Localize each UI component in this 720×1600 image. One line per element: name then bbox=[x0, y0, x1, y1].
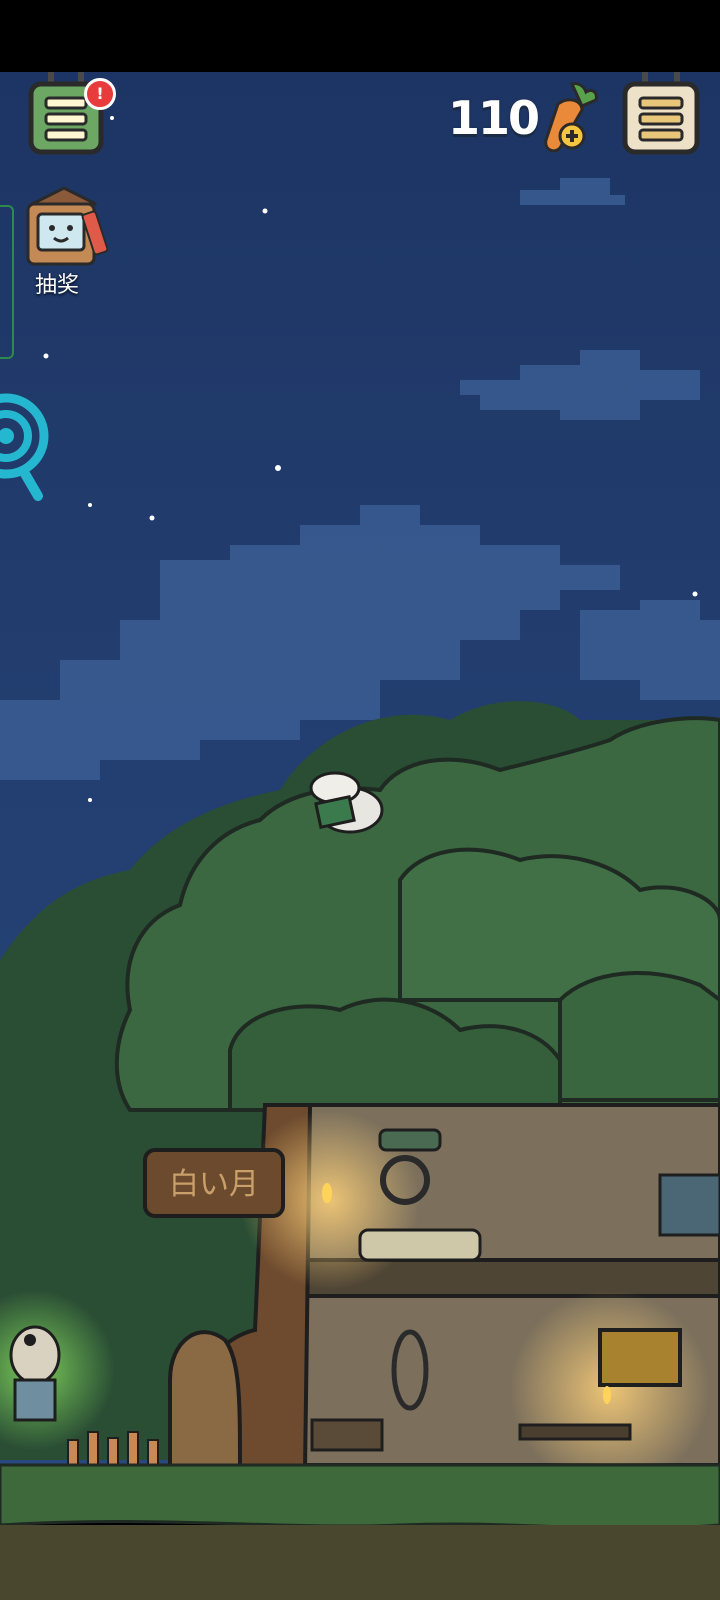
owl-visitor[interactable] bbox=[9, 1325, 61, 1422]
carrot-plus-icon bbox=[544, 82, 598, 153]
soil-ground bbox=[0, 1525, 720, 1600]
status-bar bbox=[0, 0, 720, 72]
carrot-count: 110 bbox=[448, 91, 540, 145]
game-scene: 白い月 bbox=[0, 72, 720, 1600]
lottery-machine-icon bbox=[26, 186, 109, 266]
notebook-menu-button[interactable]: ! bbox=[28, 72, 116, 156]
spiral-magnifier-icon bbox=[0, 393, 49, 501]
side-panel-tab[interactable] bbox=[0, 205, 14, 359]
shop-signboard: 白い月 bbox=[143, 1148, 285, 1218]
lottery-button[interactable] bbox=[22, 182, 109, 272]
grass-ground bbox=[0, 1463, 720, 1531]
notification-badge: ! bbox=[84, 78, 116, 110]
add-carrot-button[interactable] bbox=[538, 78, 602, 156]
main-menu-button[interactable] bbox=[622, 72, 700, 156]
floating-assistant-button[interactable] bbox=[0, 384, 52, 504]
signboard-text: 白い月 bbox=[169, 1167, 259, 1202]
lottery-label: 抽奖 bbox=[34, 273, 79, 298]
